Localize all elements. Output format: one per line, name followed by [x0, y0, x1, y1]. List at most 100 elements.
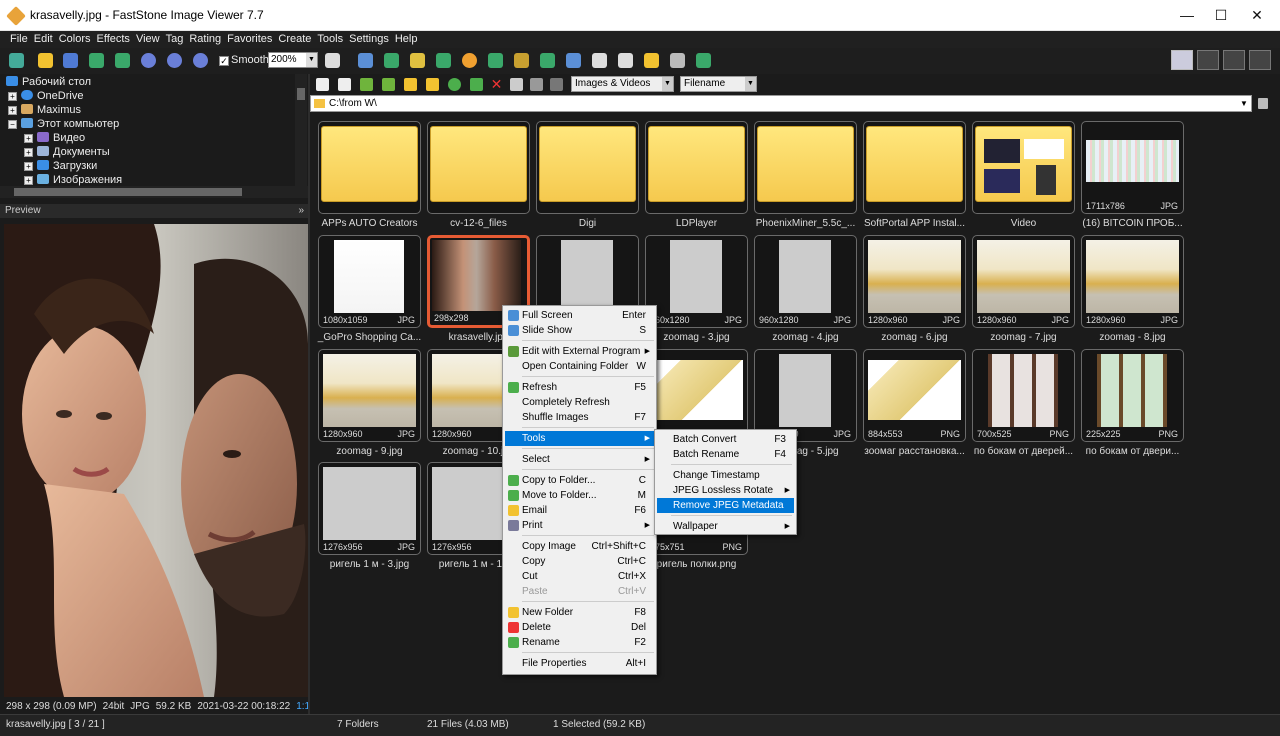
zoom-out-icon[interactable] [167, 53, 182, 68]
thumbnail[interactable]: 960x1280JPG [645, 235, 748, 328]
menu-item-tools[interactable]: Tools ▶ [505, 431, 654, 446]
menu-item-copy[interactable]: Copy Ctrl+C [505, 554, 654, 569]
submenu-item-batch-convert[interactable]: Batch Convert F3 [657, 432, 794, 447]
tree-item-onedrive[interactable]: + OneDrive [8, 89, 83, 103]
thumbnail[interactable]: 960x1280JPG [754, 235, 857, 328]
menu-item-delete[interactable]: Delete Del [505, 620, 654, 635]
menu-item-file-properties[interactable]: File Properties Alt+I [505, 656, 654, 671]
expand-icon[interactable]: + [8, 106, 17, 115]
expand-icon[interactable]: + [24, 134, 33, 143]
menu-item-completely-refresh[interactable]: Completely Refresh [505, 395, 654, 410]
menu-item-print[interactable]: Print ▶ [505, 518, 654, 533]
zoom-select[interactable]: 200% ▼ [268, 52, 318, 68]
menu-effects[interactable]: Effects [94, 31, 133, 47]
thumbnail[interactable] [536, 121, 639, 214]
menu-item-edit-with-external-program[interactable]: Edit with External Program ▶ [505, 344, 654, 359]
expand-icon[interactable]: + [24, 176, 33, 185]
scan-icon[interactable] [618, 53, 633, 68]
adjust-colors-icon[interactable] [462, 53, 477, 68]
menu-item-rename[interactable]: Rename F2 [505, 635, 654, 650]
smooth-checkbox[interactable]: ✓ [219, 56, 229, 66]
back-icon[interactable] [316, 78, 329, 91]
thumbnail[interactable] [863, 121, 966, 214]
tree-item-downloads[interactable]: + Загрузки [24, 159, 97, 173]
menu-item-open-containing-folder[interactable]: Open Containing Folder W [505, 359, 654, 374]
acquire-icon[interactable] [115, 53, 130, 68]
thumbnail[interactable]: 225x225 PNG [1081, 349, 1184, 442]
wallpaper-icon[interactable] [644, 53, 659, 68]
favorites-folder-icon[interactable] [404, 78, 417, 91]
menu-item-copy-to-folder[interactable]: Copy to Folder... C [505, 473, 654, 488]
menu-item-select[interactable]: Select ▶ [505, 452, 654, 467]
menu-tag[interactable]: Tag [163, 31, 187, 47]
menu-item-shuffle-images[interactable]: Shuffle Images F7 [505, 410, 654, 425]
tree-item-documents[interactable]: + Документы [24, 145, 110, 159]
expand-icon[interactable]: + [8, 92, 17, 101]
thumbnails-view-button[interactable] [1171, 50, 1193, 70]
details-view-button[interactable] [1197, 50, 1219, 70]
menu-favorites[interactable]: Favorites [224, 31, 275, 47]
submenu-item-wallpaper[interactable]: Wallpaper ▶ [657, 519, 794, 534]
submenu-item-batch-rename[interactable]: Batch Rename F4 [657, 447, 794, 462]
path-input[interactable]: C:\from W\ ▼ [310, 95, 1252, 112]
hand-tool-icon[interactable] [325, 53, 340, 68]
thumbnail[interactable]: 1280x960 JPG [863, 235, 966, 328]
menu-view[interactable]: View [133, 31, 163, 47]
menu-settings[interactable]: Settings [346, 31, 392, 47]
menu-item-full-screen[interactable]: Full Screen Enter [505, 308, 654, 323]
settings-icon[interactable] [696, 53, 711, 68]
tree-item-desktop[interactable]: Рабочий стол [6, 75, 91, 89]
menu-file[interactable]: File [7, 31, 31, 47]
folder-tree-icon[interactable] [382, 78, 395, 91]
submenu-item-remove-jpeg-metadata[interactable]: Remove JPEG Metadata [657, 498, 794, 513]
menu-colors[interactable]: Colors [56, 31, 94, 47]
resize-icon[interactable] [410, 53, 425, 68]
thumbnail[interactable] [645, 121, 748, 214]
expand-icon[interactable]: + [24, 148, 33, 157]
zoom-in-icon[interactable] [141, 53, 156, 68]
slideshow-icon[interactable] [592, 53, 607, 68]
red-eye-icon[interactable] [488, 53, 503, 68]
menu-create[interactable]: Create [275, 31, 314, 47]
menu-rating[interactable]: Rating [186, 31, 224, 47]
thumb-size-small-icon[interactable] [510, 78, 523, 91]
chevron-down-icon[interactable]: ▼ [1238, 97, 1250, 110]
menu-item-refresh[interactable]: Refresh F5 [505, 380, 654, 395]
thumbnail[interactable] [754, 121, 857, 214]
open-icon[interactable] [38, 53, 53, 68]
chevron-down-icon[interactable]: ▼ [306, 53, 317, 67]
tree-item-this-pc[interactable]: − Этот компьютер [8, 117, 119, 131]
chevron-down-icon[interactable]: ▼ [745, 77, 756, 91]
thumbnail[interactable]: 1280x960 JPG [972, 235, 1075, 328]
fit-icon[interactable] [358, 53, 373, 68]
collapse-icon[interactable]: » [298, 204, 304, 218]
scroll-thumb[interactable] [297, 88, 305, 100]
submenu-item-jpeg-lossless-rotate[interactable]: JPEG Lossless Rotate ▶ [657, 483, 794, 498]
smooth-toggle[interactable]: ✓ Smooth [219, 54, 269, 66]
actual-size-icon[interactable] [193, 53, 208, 68]
tree-item-video[interactable]: + Видео [24, 131, 85, 145]
thumbnail[interactable]: 1280x960 JPG [318, 349, 421, 442]
menu-item-copy-image[interactable]: Copy Image Ctrl+Shift+C [505, 539, 654, 554]
fullscreen-view-button[interactable] [1249, 50, 1271, 70]
menu-item-new-folder[interactable]: New Folder F8 [505, 605, 654, 620]
thumbnail[interactable] [972, 121, 1075, 214]
rotate-icon[interactable] [436, 53, 451, 68]
collapse-icon[interactable]: − [8, 120, 17, 129]
menu-edit[interactable]: Edit [31, 31, 56, 47]
list-view-icon[interactable] [550, 78, 563, 91]
sort-select[interactable]: Filename ▼ [680, 76, 757, 92]
close-button[interactable]: ✕ [1234, 0, 1280, 31]
compare-icon[interactable] [566, 53, 581, 68]
tree-vertical-scrollbar[interactable] [295, 74, 307, 186]
tree-item-maximus[interactable]: + Maximus [8, 103, 81, 117]
expand-icon[interactable]: + [24, 162, 33, 171]
thumbnail[interactable] [427, 121, 530, 214]
tree-horizontal-scrollbar[interactable] [0, 186, 308, 198]
forward-icon[interactable] [338, 78, 351, 91]
thumbnail[interactable]: 1711x786 JPG [1081, 121, 1184, 214]
rotate-left-icon[interactable] [514, 53, 529, 68]
thumb-size-large-icon[interactable] [530, 78, 543, 91]
trash-icon[interactable] [1258, 98, 1268, 109]
thumbnail[interactable]: 1276x956 JPG [318, 462, 421, 555]
